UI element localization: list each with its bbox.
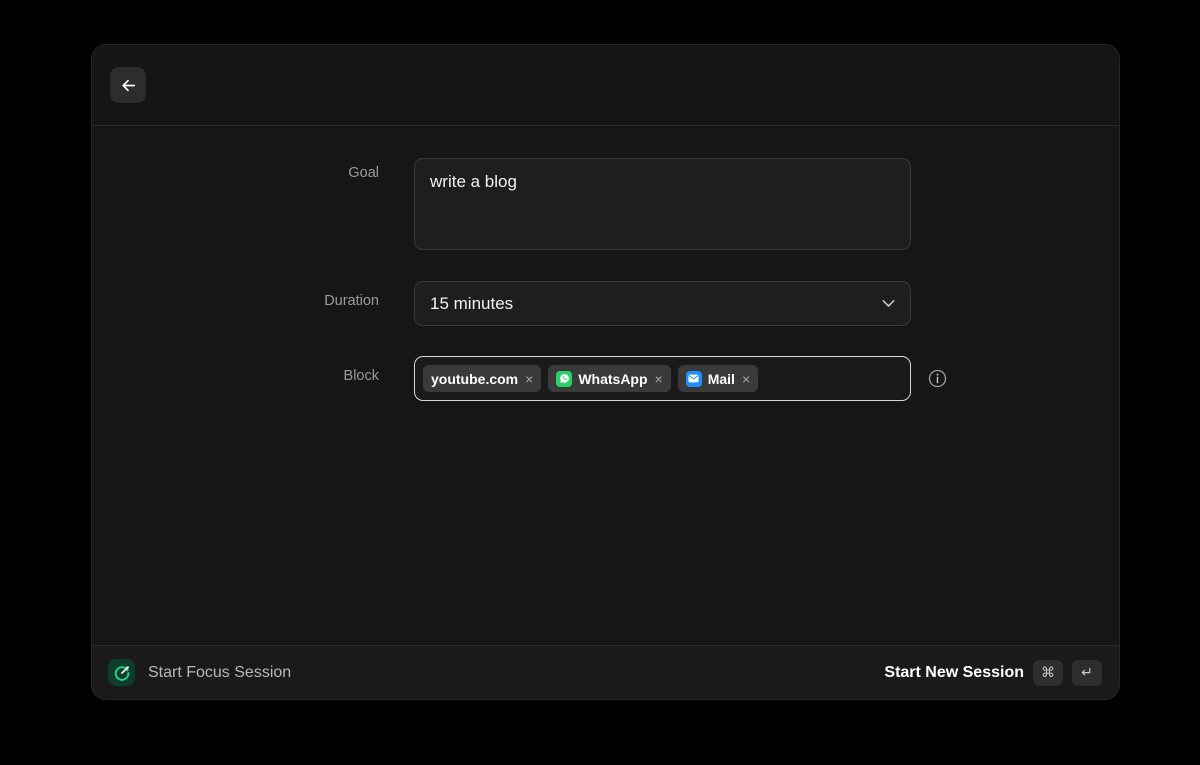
return-key[interactable]: ↵ [1072,660,1102,686]
goal-control [414,158,911,255]
start-new-session-button[interactable]: Start New Session [884,664,1024,682]
back-button[interactable] [110,67,146,103]
block-input[interactable]: youtube.com × WhatsApp × [414,356,911,401]
block-chip[interactable]: WhatsApp × [548,365,670,392]
window-titlebar [92,45,1119,126]
block-chip[interactable]: youtube.com × [423,365,541,392]
goal-input[interactable] [414,158,911,250]
mail-icon [686,371,702,387]
footer-right-group: Start New Session ⌘ ↵ [884,660,1102,686]
window-footer: Start Focus Session Start New Session ⌘ … [92,645,1119,699]
info-circle-icon[interactable] [927,369,947,389]
duration-select[interactable]: 15 minutes [414,281,911,326]
whatsapp-icon [556,371,572,387]
focus-session-window: Goal Duration 15 minutes Blo [92,45,1119,699]
arrow-left-icon [119,76,138,95]
field-row-block: Block youtube.com × [92,356,1119,401]
command-key[interactable]: ⌘ [1033,660,1063,686]
focus-target-icon [108,659,135,686]
chevron-down-icon [882,299,895,308]
duration-value: 15 minutes [430,294,513,314]
block-label: Block [92,356,414,384]
field-row-duration: Duration 15 minutes [92,281,1119,326]
goal-label: Goal [92,158,414,181]
field-row-goal: Goal [92,158,1119,255]
block-chip[interactable]: Mail × [678,365,758,392]
duration-label: Duration [92,281,414,309]
footer-left-group: Start Focus Session [108,659,291,686]
chip-remove-icon[interactable]: × [524,372,534,386]
block-control: youtube.com × WhatsApp × [414,356,947,401]
chip-label: youtube.com [431,372,518,386]
session-form: Goal Duration 15 minutes Blo [92,126,1119,645]
chip-remove-icon[interactable]: × [654,372,664,386]
duration-control: 15 minutes [414,281,911,326]
chip-label: Mail [708,372,735,386]
start-focus-session-label[interactable]: Start Focus Session [148,664,291,682]
chip-remove-icon[interactable]: × [741,372,751,386]
chip-label: WhatsApp [578,372,647,386]
